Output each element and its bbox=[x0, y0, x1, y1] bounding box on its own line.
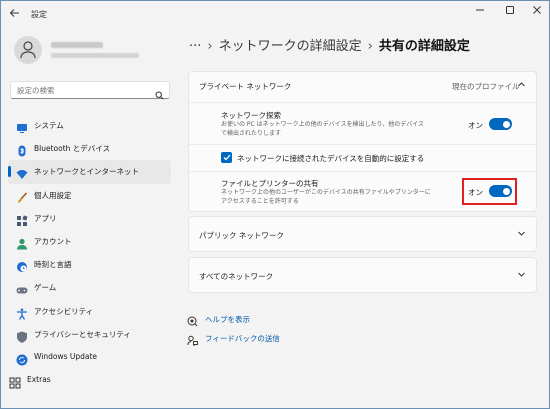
breadcrumb-more[interactable]: ··· bbox=[189, 39, 201, 54]
sidebar-item[interactable]: Extras bbox=[1, 369, 171, 392]
sidebar-item-label: Extras bbox=[27, 375, 51, 385]
breadcrumb-separator: › bbox=[367, 39, 373, 54]
chevron-down-icon[interactable] bbox=[517, 229, 526, 240]
person-icon bbox=[16, 235, 28, 250]
private-network-title[interactable]: プライベート ネットワーク bbox=[199, 81, 291, 92]
app-title: 設定 bbox=[31, 10, 47, 19]
divider bbox=[188, 171, 537, 172]
page-title: 共有の詳細設定 bbox=[378, 39, 470, 54]
sidebar-item[interactable]: アカウント bbox=[8, 230, 171, 253]
sidebar-item[interactable]: システム bbox=[8, 114, 171, 137]
public-network-title: パブリック ネットワーク bbox=[199, 231, 284, 240]
monitor-icon bbox=[16, 119, 28, 133]
breadcrumb-separator: › bbox=[207, 39, 213, 54]
sidebar-item-label: 個人用設定 bbox=[34, 190, 72, 200]
checkmark-icon bbox=[223, 154, 230, 161]
current-profile-label: 現在のプロファイル bbox=[452, 82, 520, 91]
sidebar-item[interactable]: ゲーム bbox=[8, 276, 171, 299]
user-name-blurred bbox=[51, 42, 103, 48]
sidebar-item[interactable]: プライバシーとセキュリティ bbox=[8, 323, 171, 346]
help-link[interactable]: ヘルプを表示 bbox=[205, 314, 250, 325]
breadcrumb-parent[interactable]: ネットワークの詳細設定 bbox=[219, 39, 362, 54]
all-networks-title: すべてのネットワーク bbox=[199, 272, 274, 281]
brush-icon bbox=[16, 189, 28, 203]
globe-clock-icon bbox=[16, 258, 28, 273]
network-discovery-desc: お使いの PC はネットワーク上の他のデバイスを検出したり、他のデバイスで検出さ… bbox=[221, 121, 425, 137]
sidebar-nav: システム Bluetooth とデバイスネットワークとインターネット 個人用設定アプ… bbox=[8, 114, 171, 392]
accessibility-icon bbox=[16, 305, 28, 320]
public-network-card[interactable]: パブリック ネットワーク bbox=[188, 216, 537, 252]
divider bbox=[188, 144, 537, 145]
close-button[interactable] bbox=[523, 5, 550, 21]
sidebar-item[interactable]: 個人用設定 bbox=[8, 184, 171, 207]
wifi-icon bbox=[16, 165, 28, 180]
sidebar-item[interactable]: Windows Update bbox=[8, 346, 171, 369]
avatar[interactable] bbox=[14, 36, 42, 64]
sidebar-item-label: ネットワークとインターネット bbox=[34, 167, 139, 177]
auto-setup-checkbox[interactable] bbox=[221, 152, 232, 163]
chevron-down-icon[interactable] bbox=[517, 270, 526, 281]
title-bar: 設定 bbox=[1, 1, 549, 29]
file-printer-sharing-title: ファイルとプリンターの共有 bbox=[221, 179, 319, 188]
apps-icon bbox=[16, 212, 28, 226]
bluetooth-icon bbox=[16, 142, 28, 157]
network-discovery-title: ネットワーク探索 bbox=[221, 111, 281, 120]
person-icon bbox=[20, 41, 36, 59]
network-discovery-state: オン bbox=[468, 121, 483, 130]
chevron-up-icon[interactable] bbox=[517, 80, 526, 91]
sidebar-item[interactable]: ネットワークとインターネット bbox=[8, 160, 171, 184]
sidebar-item[interactable]: 時刻と言語 bbox=[8, 253, 171, 276]
search-icon bbox=[155, 85, 164, 104]
feedback-icon bbox=[187, 331, 198, 347]
search-box[interactable] bbox=[10, 81, 170, 100]
sidebar-item[interactable]: Bluetooth とデバイス bbox=[8, 137, 171, 160]
sidebar-item-label: Windows Update bbox=[34, 351, 98, 361]
user-email-blurred bbox=[51, 53, 139, 58]
sidebar-item-label: アカウント bbox=[34, 236, 72, 246]
settings-window: 設定 システム Bluetooth とデバイスネットワークとインターネット個人用設… bbox=[0, 0, 550, 409]
file-printer-sharing-desc: ネットワーク上の他のユーザーがこのデバイスの共有ファイルやプリンターにアクセスす… bbox=[221, 189, 431, 205]
sidebar-item-label: Bluetooth とデバイス bbox=[34, 144, 111, 154]
minimize-button[interactable] bbox=[466, 5, 494, 21]
sidebar-item[interactable]: アプリ bbox=[8, 207, 171, 230]
auto-setup-label: ネットワークに接続されたデバイスを自動的に設定する bbox=[237, 154, 425, 163]
highlight-box bbox=[462, 178, 517, 205]
gamepad-icon bbox=[16, 281, 28, 294]
sidebar-item-label: プライバシーとセキュリティ bbox=[34, 329, 131, 339]
all-networks-card[interactable]: すべてのネットワーク bbox=[188, 257, 537, 293]
maximize-button[interactable] bbox=[496, 5, 524, 21]
help-icon bbox=[187, 312, 198, 327]
divider bbox=[189, 102, 538, 103]
sidebar-item-label: 時刻と言語 bbox=[34, 260, 72, 270]
sidebar-item[interactable]: アクセシビリティ bbox=[8, 300, 171, 323]
network-discovery-toggle[interactable] bbox=[489, 118, 512, 130]
sidebar-item-label: アクセシビリティ bbox=[34, 306, 94, 316]
feedback-link[interactable]: フィードバックの送信 bbox=[205, 333, 280, 344]
back-arrow-icon[interactable] bbox=[9, 7, 23, 21]
sidebar-item-label: アプリ bbox=[34, 213, 57, 223]
breadcrumb: ··· › ネットワークの詳細設定 › 共有の詳細設定 bbox=[189, 35, 470, 55]
sidebar-item-label: ゲーム bbox=[34, 283, 57, 293]
extras-icon bbox=[9, 374, 21, 389]
search-input[interactable] bbox=[17, 84, 147, 96]
sidebar-item-label: システム bbox=[34, 121, 64, 130]
update-icon bbox=[16, 351, 28, 366]
shield-icon bbox=[16, 328, 28, 343]
